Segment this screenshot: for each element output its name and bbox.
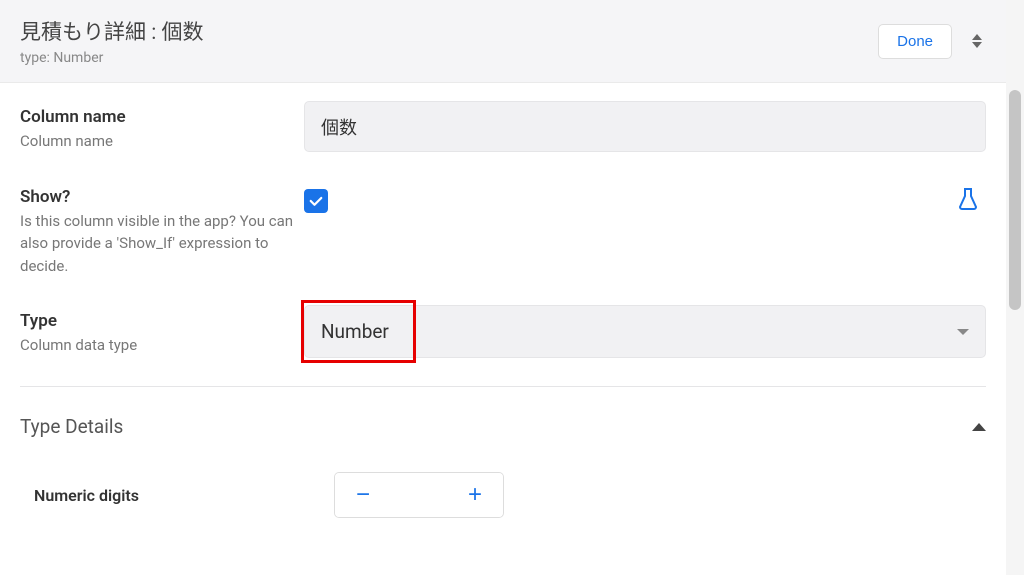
done-button[interactable]: Done	[878, 24, 952, 59]
field-control-column: Number	[304, 305, 986, 358]
type-details-title: Type Details	[20, 415, 123, 438]
show-help: Is this column visible in the app? You c…	[20, 210, 304, 278]
stepper-plus-button[interactable]: +	[447, 473, 503, 517]
field-control-column	[304, 181, 986, 221]
scrollbar-track[interactable]	[1006, 0, 1024, 575]
field-label-column: Type Column data type	[20, 305, 304, 357]
type-select[interactable]: Number	[304, 305, 986, 358]
type-label: Type	[20, 311, 304, 331]
field-show: Show? Is this column visible in the app?…	[20, 181, 986, 278]
field-column-name: Column name Column name	[20, 101, 986, 153]
field-numeric-digits: Numeric digits − +	[20, 472, 986, 518]
column-name-label: Column name	[20, 107, 304, 127]
type-select-value: Number	[321, 320, 389, 343]
type-help: Column data type	[20, 334, 304, 357]
numeric-digits-stepper: − +	[334, 472, 504, 518]
column-name-input[interactable]	[304, 101, 986, 152]
divider	[20, 386, 986, 387]
content-area: Column name Column name Show? Is this co…	[0, 83, 1006, 558]
stepper-value	[391, 473, 447, 517]
show-checkbox[interactable]	[304, 189, 328, 213]
check-icon	[307, 192, 325, 210]
header-actions: Done	[878, 24, 986, 59]
type-details-toggle[interactable]: Type Details	[20, 405, 986, 448]
field-label-column: Column name Column name	[20, 101, 304, 153]
field-control-column	[304, 101, 986, 152]
show-label: Show?	[20, 187, 304, 207]
expression-flask-icon[interactable]	[950, 181, 986, 221]
header-titles: 見積もり詳細 : 個数 type: Number	[20, 16, 204, 66]
sort-icon[interactable]	[968, 30, 986, 52]
numeric-digits-label: Numeric digits	[34, 486, 334, 505]
panel-header: 見積もり詳細 : 個数 type: Number Done	[0, 0, 1006, 83]
stepper-minus-button[interactable]: −	[335, 473, 391, 517]
select-wrap: Number	[304, 305, 986, 358]
scrollbar-thumb[interactable]	[1009, 90, 1021, 310]
panel-title: 見積もり詳細 : 個数	[20, 16, 204, 46]
column-name-help: Column name	[20, 130, 304, 153]
chevron-up-icon	[972, 423, 986, 431]
field-type: Type Column data type Number	[20, 305, 986, 358]
panel-subtitle: type: Number	[20, 50, 204, 66]
chevron-down-icon	[957, 329, 969, 335]
checkbox-wrap	[304, 189, 328, 213]
field-label-column: Show? Is this column visible in the app?…	[20, 181, 304, 278]
